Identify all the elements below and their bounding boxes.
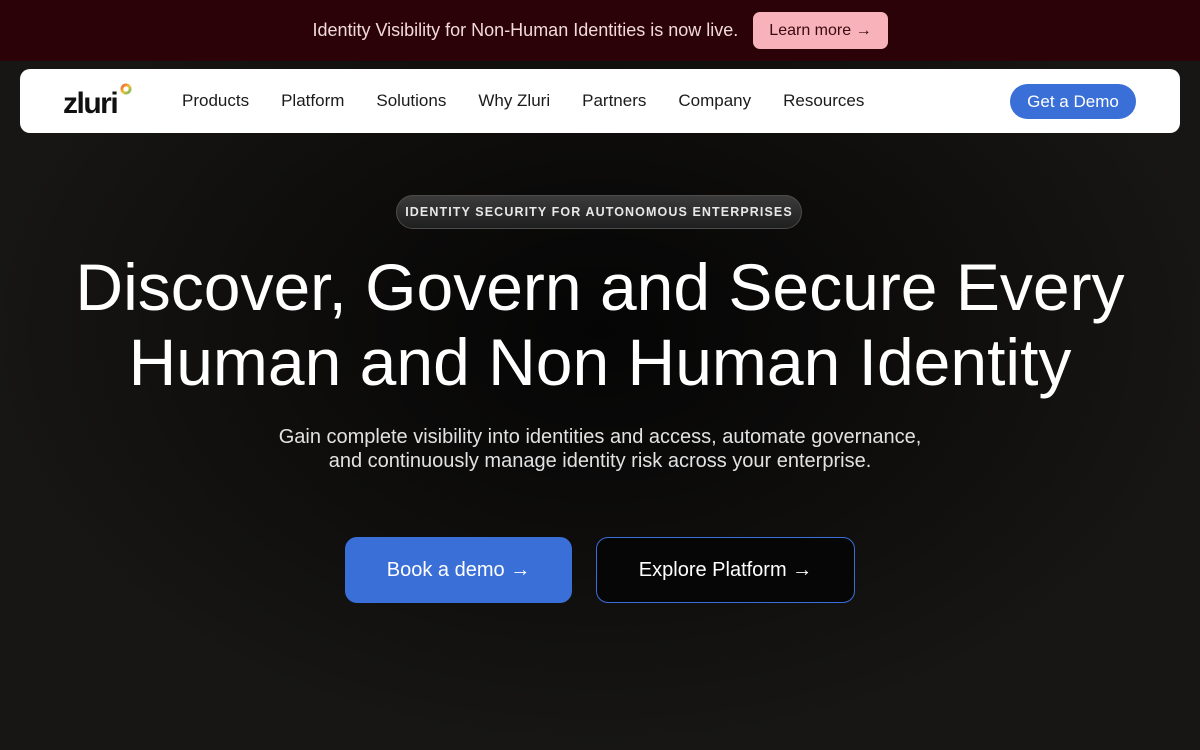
nav-item-company[interactable]: Company bbox=[678, 91, 751, 111]
logo-wordmark: zluri bbox=[63, 87, 117, 117]
book-a-demo-button[interactable]: Book a demo → bbox=[345, 537, 572, 603]
subtext-line-1: Gain complete visibility into identities… bbox=[278, 426, 922, 448]
get-a-demo-button[interactable]: Get a Demo bbox=[1010, 84, 1136, 119]
learn-more-button[interactable]: Learn more → bbox=[753, 12, 888, 49]
announcement-bar: Identity Visibility for Non-Human Identi… bbox=[0, 0, 1200, 61]
subtext-line-2: and continuously manage identity risk ac… bbox=[328, 450, 872, 472]
nav-item-solutions[interactable]: Solutions bbox=[376, 91, 446, 111]
zluri-logo[interactable]: zluri bbox=[63, 83, 135, 117]
nav-item-partners[interactable]: Partners bbox=[582, 91, 646, 111]
nav-item-products[interactable]: Products bbox=[182, 91, 249, 111]
nav-item-resources[interactable]: Resources bbox=[783, 91, 864, 111]
hero-background bbox=[0, 61, 1200, 750]
main-navigation: zluri Products Platform Solutions Why Zl… bbox=[20, 69, 1180, 133]
explore-platform-button[interactable]: Explore Platform → bbox=[596, 537, 855, 603]
hero-subtext: Gain complete visibility into identities… bbox=[250, 425, 950, 473]
nav-links: Products Platform Solutions Why Zluri Pa… bbox=[182, 69, 896, 133]
nav-item-platform[interactable]: Platform bbox=[281, 91, 344, 111]
hero-headline: Discover, Govern and Secure Every Human … bbox=[0, 250, 1200, 400]
headline-line-2: Human and Non Human Identity bbox=[128, 325, 1072, 399]
nav-item-why-zluri[interactable]: Why Zluri bbox=[478, 91, 550, 111]
hero-eyebrow-badge: IDENTITY SECURITY FOR AUTONOMOUS ENTERPR… bbox=[396, 195, 802, 229]
headline-line-1: Discover, Govern and Secure Every bbox=[75, 250, 1125, 324]
announcement-text: Identity Visibility for Non-Human Identi… bbox=[312, 20, 739, 40]
